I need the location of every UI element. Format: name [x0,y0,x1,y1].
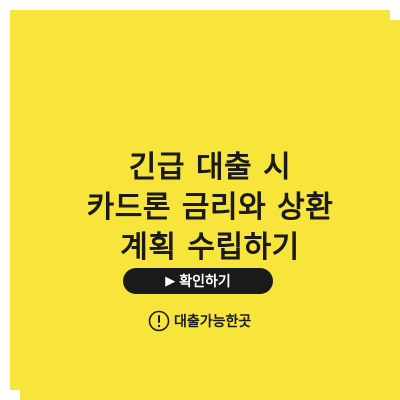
headline: 긴급 대출 시 카드론 금리와 상환 계획 수립하기 [20,148,400,268]
headline-line-2: 카드론 금리와 상환 [86,190,334,225]
play-triangle-icon: ▶ [165,273,176,289]
headline-line-3: 계획 수립하기 [120,230,300,265]
brand-name: 대출가능한곳 [174,314,252,330]
exclamation-circle-icon [148,310,170,332]
thumbnail-frame: 긴급 대출 시 카드론 금리와 상환 계획 수립하기 ▶ 확인하기 대출가능한곳 [0,0,400,400]
confirm-button[interactable]: ▶ 확인하기 [123,268,273,294]
headline-line-1: 긴급 대출 시 [128,150,292,185]
confirm-button-label: 확인하기 [179,274,231,290]
brand-label: 대출가능한곳 [148,308,251,334]
thumbnail-card: 긴급 대출 시 카드론 금리와 상환 계획 수립하기 ▶ 확인하기 대출가능한곳 [20,20,400,400]
